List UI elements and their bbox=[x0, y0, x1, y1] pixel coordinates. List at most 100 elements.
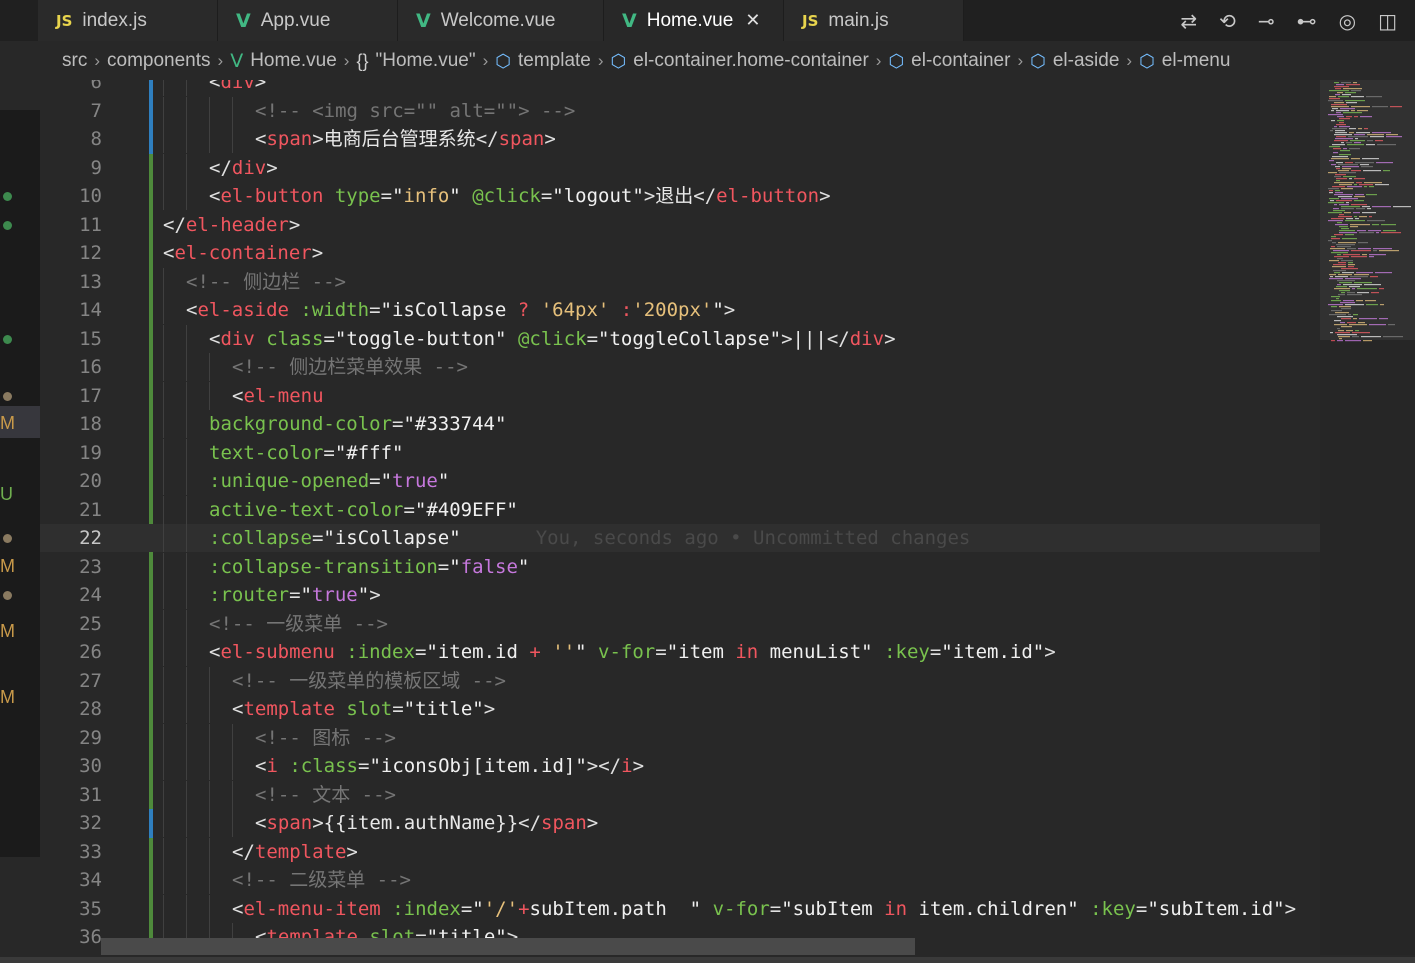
code-line: 25 <!-- 一级菜单 --> bbox=[40, 609, 1320, 638]
code-token: " bbox=[517, 555, 530, 578]
indent-guide bbox=[209, 125, 210, 153]
code-content: <template slot="title"> bbox=[232, 695, 495, 723]
breadcrumb-item[interactable]: ⬡ template › bbox=[495, 50, 610, 72]
code-token: </ bbox=[232, 840, 255, 863]
code-content: <!-- 二级菜单 --> bbox=[232, 866, 411, 894]
minimap[interactable] bbox=[1320, 80, 1415, 955]
change-dot-icon bbox=[3, 334, 12, 344]
indent-guide bbox=[186, 353, 187, 381]
compare-changes-icon[interactable]: ⇄ bbox=[1180, 9, 1197, 33]
code-token: > bbox=[632, 755, 645, 777]
minimap-slider[interactable] bbox=[1320, 80, 1415, 340]
indent-guide bbox=[209, 96, 210, 125]
line-number: 31 bbox=[79, 783, 102, 806]
code-token: '64px' bbox=[540, 299, 610, 321]
indent-guide bbox=[163, 609, 164, 638]
code-token: = bbox=[769, 897, 782, 920]
code-token: > bbox=[586, 812, 599, 834]
code-line: 11 </el-header> bbox=[40, 211, 1320, 239]
code-line: 14 <el-aside :width="isCollapse ? '64px' … bbox=[40, 296, 1320, 324]
code-content: <!-- 一级菜单的模板区域 --> bbox=[232, 667, 506, 695]
line-number: 36 bbox=[79, 926, 102, 948]
code-token: " bbox=[357, 584, 370, 606]
code-token: class bbox=[266, 327, 324, 350]
breadcrumb-item[interactable]: components › bbox=[107, 50, 230, 72]
indent-guide bbox=[186, 182, 187, 210]
code-line: 35 <el-menu-item :index="'/'+subItem.path… bbox=[40, 894, 1320, 923]
code-content: <el-submenu :index="item.id + ''" v-for=… bbox=[209, 638, 1056, 666]
breadcrumb-item[interactable]: V Home.vue › bbox=[230, 50, 356, 72]
tab-home-vue[interactable]: V Home.vue ✕ bbox=[604, 0, 784, 41]
code-content: <!-- 侧边栏菜单效果 --> bbox=[232, 353, 468, 381]
open-changes-icon[interactable]: ⟲ bbox=[1219, 9, 1236, 33]
code-token: = bbox=[586, 327, 599, 350]
git-lens-icon[interactable]: ◎ bbox=[1339, 9, 1356, 33]
code-token: :unique-opened bbox=[209, 470, 370, 492]
breadcrumb-item[interactable]: ⬡ el-container › bbox=[888, 50, 1030, 72]
line-number: 11 bbox=[79, 213, 102, 236]
line-number: 37 bbox=[40, 952, 102, 956]
code-token: " bbox=[392, 185, 404, 207]
code-token: <!-- 文本 --> bbox=[255, 783, 396, 806]
breadcrumb-item[interactable]: {} "Home.vue" › bbox=[356, 50, 495, 72]
breadcrumb-item[interactable]: src › bbox=[62, 50, 107, 72]
tab-index-js[interactable]: JS index.js bbox=[38, 0, 218, 41]
close-icon[interactable]: ✕ bbox=[745, 10, 760, 31]
tab-welcome-vue[interactable]: V Welcome.vue bbox=[398, 0, 604, 41]
code-content: :router="true"> bbox=[209, 581, 381, 609]
code-token: :collapse bbox=[209, 527, 312, 549]
indent-guide bbox=[163, 809, 164, 837]
code-token: " bbox=[437, 470, 450, 492]
code-token: div bbox=[231, 156, 267, 179]
breadcrumb-item[interactable]: ⬡ el-container.home-container › bbox=[611, 50, 889, 72]
line-number: 32 bbox=[79, 812, 102, 834]
next-change-icon[interactable]: ⊷ bbox=[1297, 9, 1317, 33]
line-number: 17 bbox=[79, 384, 102, 407]
code-line: 23:collapse-transition="false" bbox=[40, 552, 1320, 581]
code-token: < bbox=[186, 299, 198, 321]
split-editor-icon[interactable]: ◫ bbox=[1378, 9, 1397, 33]
code-content: <el-container> bbox=[163, 239, 323, 267]
tab-label: Home.vue bbox=[646, 9, 734, 31]
code-token: :router bbox=[209, 584, 290, 606]
line-number: 24 bbox=[79, 584, 102, 606]
code-token: = bbox=[392, 698, 404, 720]
code-token: text-color bbox=[209, 441, 324, 464]
indent-guide bbox=[163, 552, 164, 581]
indent-guide bbox=[163, 581, 164, 609]
breadcrumb-label: el-menu bbox=[1161, 50, 1231, 71]
breadcrumb-item[interactable]: ⬡ el-menu bbox=[1139, 50, 1230, 72]
code-token: span bbox=[498, 128, 545, 150]
code-token: " bbox=[575, 641, 587, 663]
code-token: " bbox=[380, 470, 393, 492]
code-content: text-color="#fff" bbox=[209, 439, 403, 467]
horizontal-scrollbar[interactable] bbox=[101, 938, 915, 955]
code-token: : bbox=[620, 299, 633, 321]
indent-guide bbox=[163, 894, 164, 923]
tab-main-js[interactable]: JS main.js bbox=[784, 0, 964, 41]
previous-change-icon[interactable]: ⊸ bbox=[1258, 9, 1275, 33]
indent-guide bbox=[163, 296, 164, 324]
symbol-object-icon: {} bbox=[356, 50, 369, 71]
tab-label: index.js bbox=[82, 9, 147, 31]
breadcrumb-item[interactable]: ⬡ el-aside › bbox=[1030, 50, 1139, 72]
code-token: > bbox=[369, 584, 381, 606]
code-token: "isCollapse" bbox=[323, 527, 461, 549]
code-token: > bbox=[1044, 641, 1056, 663]
code-line: 9 </div> bbox=[40, 153, 1320, 182]
code-editor[interactable]: 6 <div> 7 <!-- <img src="" alt=""> --> 8 <spa… bbox=[40, 80, 1320, 955]
code-token: + bbox=[529, 641, 541, 663]
chevron-right-icon: › bbox=[217, 51, 224, 70]
breadcrumb-label: el-container bbox=[911, 50, 1011, 71]
code-token: "item.id" bbox=[941, 641, 1045, 663]
tab-app-vue[interactable]: V App.vue bbox=[218, 0, 398, 41]
indent-guide bbox=[209, 695, 210, 723]
code-token: :index bbox=[392, 897, 461, 920]
chevron-right-icon: › bbox=[94, 51, 100, 70]
code-token: </ bbox=[826, 327, 850, 350]
code-token: < bbox=[232, 698, 244, 720]
